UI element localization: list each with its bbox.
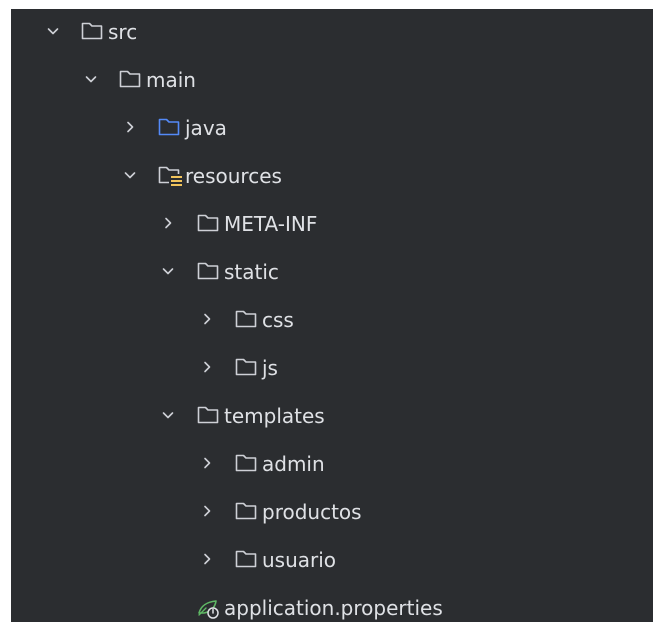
folder-icon bbox=[196, 260, 222, 284]
folder-icon bbox=[234, 452, 260, 476]
chevron-right-icon[interactable] bbox=[198, 309, 216, 329]
chevron-right-icon[interactable] bbox=[121, 117, 139, 137]
chevron-right-icon[interactable] bbox=[159, 213, 177, 233]
source-folder-icon bbox=[157, 116, 183, 140]
tree-node-application-properties[interactable]: application.properties bbox=[11, 585, 653, 622]
tree-node-admin[interactable]: admin bbox=[11, 441, 653, 489]
tree-node-label: application.properties bbox=[224, 596, 443, 620]
tree-node-label: src bbox=[108, 20, 138, 44]
tree-node-label: META-INF bbox=[224, 212, 318, 236]
tree-node-label: static bbox=[224, 260, 279, 284]
chevron-down-icon[interactable] bbox=[44, 21, 62, 41]
chevron-right-icon[interactable] bbox=[198, 453, 216, 473]
folder-icon bbox=[234, 308, 260, 332]
project-tree-panel: src main java resources META-INF static … bbox=[11, 9, 653, 622]
chevron-down-icon[interactable] bbox=[121, 165, 139, 185]
folder-icon bbox=[196, 404, 222, 428]
tree-node-main[interactable]: main bbox=[11, 57, 653, 105]
folder-icon bbox=[80, 20, 106, 44]
folder-icon bbox=[234, 548, 260, 572]
tree-node-resources[interactable]: resources bbox=[11, 153, 653, 201]
tree-node-css[interactable]: css bbox=[11, 297, 653, 345]
tree-node-label: admin bbox=[262, 452, 325, 476]
tree-node-js[interactable]: js bbox=[11, 345, 653, 393]
tree-node-label: js bbox=[262, 356, 278, 380]
chevron-down-icon[interactable] bbox=[82, 69, 100, 89]
chevron-down-icon[interactable] bbox=[159, 261, 177, 281]
tree-node-usuario[interactable]: usuario bbox=[11, 537, 653, 585]
resources-folder-icon bbox=[157, 164, 183, 188]
tree-node-label: main bbox=[146, 68, 196, 92]
tree-node-static[interactable]: static bbox=[11, 249, 653, 297]
tree-node-label: productos bbox=[262, 500, 362, 524]
tree-node-src[interactable]: src bbox=[11, 9, 653, 57]
tree-node-label: usuario bbox=[262, 548, 337, 572]
folder-icon bbox=[118, 68, 144, 92]
folder-icon bbox=[234, 356, 260, 380]
folder-icon bbox=[196, 212, 222, 236]
tree-node-label: templates bbox=[224, 404, 325, 428]
tree-node-label: css bbox=[262, 308, 294, 332]
tree-node-label: resources bbox=[185, 164, 282, 188]
tree-node-java[interactable]: java bbox=[11, 105, 653, 153]
tree-node-label: java bbox=[185, 116, 227, 140]
chevron-right-icon[interactable] bbox=[198, 549, 216, 569]
tree-node-meta-inf[interactable]: META-INF bbox=[11, 201, 653, 249]
folder-icon bbox=[234, 500, 260, 524]
chevron-right-icon[interactable] bbox=[198, 357, 216, 377]
tree-node-productos[interactable]: productos bbox=[11, 489, 653, 537]
chevron-right-icon[interactable] bbox=[198, 501, 216, 521]
tree-node-templates[interactable]: templates bbox=[11, 393, 653, 441]
chevron-down-icon[interactable] bbox=[159, 405, 177, 425]
properties-file-icon bbox=[196, 596, 222, 620]
